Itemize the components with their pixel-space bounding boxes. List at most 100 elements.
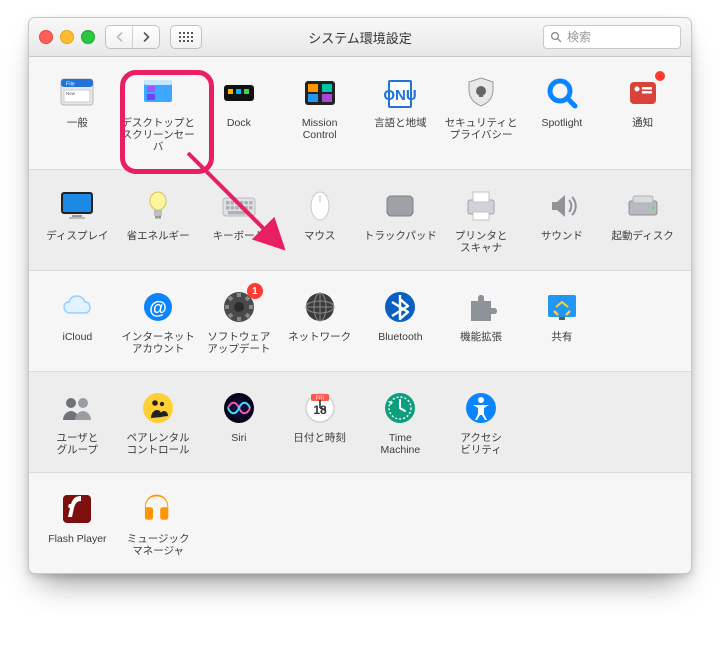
zoom-icon[interactable] — [81, 30, 95, 44]
siri-icon — [219, 388, 259, 428]
desktop-icon — [138, 73, 178, 113]
pref-dock[interactable]: Dock — [199, 71, 280, 155]
datetime-icon: FRI18 — [300, 388, 340, 428]
preference-rows: FileNew一般デスクトップと スクリーンセーバDockMission Con… — [29, 57, 691, 573]
search-icon — [550, 31, 562, 43]
pref-label: インターネット アカウント — [121, 331, 195, 355]
trackpad-icon — [380, 186, 420, 226]
extensions-icon — [461, 287, 501, 327]
svg-text:New: New — [66, 91, 76, 96]
printers-icon — [461, 186, 501, 226]
minimize-icon[interactable] — [60, 30, 74, 44]
pref-spotlight[interactable]: Spotlight — [522, 71, 603, 155]
pref-label: キーボード — [213, 230, 266, 254]
pref-label: サウンド — [541, 230, 583, 254]
pref-mission[interactable]: Mission Control — [279, 71, 360, 155]
close-icon[interactable] — [39, 30, 53, 44]
pref-row: Flash Playerミュージック マネージャ — [29, 473, 691, 573]
pref-bluetooth[interactable]: Bluetooth — [360, 285, 441, 357]
energy-icon — [138, 186, 178, 226]
system-preferences-window: システム環境設定 FileNew一般デスクトップと スクリーンセーバDockMi… — [28, 17, 692, 574]
show-all-button[interactable] — [170, 25, 202, 49]
pref-label: ソフトウェア アップデート — [207, 331, 270, 355]
chevron-left-icon — [115, 32, 124, 42]
keyboard-icon — [219, 186, 259, 226]
pref-flash[interactable]: Flash Player — [37, 487, 118, 559]
pref-label: Time Machine — [381, 432, 421, 456]
pref-timemachine[interactable]: Time Machine — [360, 386, 441, 458]
spotlight-icon — [542, 73, 582, 113]
pref-keyboard[interactable]: キーボード — [199, 184, 280, 256]
pref-label: Dock — [227, 117, 251, 141]
pref-parental[interactable]: ペアレンタル コントロール — [118, 386, 199, 458]
search-input[interactable] — [567, 30, 674, 44]
startup-icon — [623, 186, 663, 226]
notifications-icon — [623, 73, 663, 113]
pref-label: 機能拡張 — [460, 331, 502, 355]
pref-users[interactable]: ユーザと グループ — [37, 386, 118, 458]
svg-text:@: @ — [149, 298, 167, 318]
pref-row: ディスプレイ省エネルギーキーボードマウストラックパッドプリンタと スキャナ サウン… — [29, 170, 691, 271]
pref-internet[interactable]: @ インターネット アカウント — [118, 285, 199, 357]
chevron-right-icon — [142, 32, 151, 42]
pref-sharing[interactable]: 共有 — [522, 285, 603, 357]
bluetooth-icon — [380, 287, 420, 327]
nav-segmented — [105, 25, 160, 49]
pref-sound[interactable]: サウンド — [522, 184, 603, 256]
back-button[interactable] — [106, 26, 132, 48]
notification-badge — [653, 69, 667, 83]
pref-extensions[interactable]: 機能拡張 — [441, 285, 522, 357]
window-controls — [39, 30, 95, 44]
pref-datetime[interactable]: FRI18 日付と時刻 — [279, 386, 360, 458]
pref-label: 起動ディスク — [611, 230, 673, 254]
pref-label: デスクトップと スクリーンセーバ — [119, 117, 198, 153]
pref-label: 日付と時刻 — [293, 432, 346, 456]
pref-general[interactable]: FileNew一般 — [37, 71, 118, 155]
pref-printers[interactable]: プリンタと スキャナ — [441, 184, 522, 256]
pref-siri[interactable]: Siri — [199, 386, 280, 458]
pref-label: 言語と地域 — [374, 117, 427, 141]
pref-label: Bluetooth — [378, 331, 422, 355]
pref-notifications[interactable]: 通知 — [602, 71, 683, 155]
pref-security[interactable]: セキュリティと プライバシー — [441, 71, 522, 155]
pref-label: ネットワーク — [288, 331, 351, 355]
pref-trackpad[interactable]: トラックパッド — [360, 184, 441, 256]
pref-desktop[interactable]: デスクトップと スクリーンセーバ — [118, 71, 199, 155]
pref-energy[interactable]: 省エネルギー — [118, 184, 199, 256]
network-icon — [300, 287, 340, 327]
pref-accessibility[interactable]: アクセシ ビリティ — [441, 386, 522, 458]
pref-label: ユーザと グループ — [56, 432, 98, 456]
pref-row: iCloud @ インターネット アカウント 1 ソフトウェア アップデートネットワーク… — [29, 271, 691, 372]
software-icon: 1 — [219, 287, 259, 327]
grid-icon — [179, 32, 193, 42]
pref-displays[interactable]: ディスプレイ — [37, 184, 118, 256]
sound-icon — [542, 186, 582, 226]
pref-icloud[interactable]: iCloud — [37, 285, 118, 357]
pref-label: Siri — [231, 432, 246, 456]
forward-button[interactable] — [132, 26, 159, 48]
pref-row: ユーザと グループペアレンタル コントロール Siri FRI18 日付と時刻 Time… — [29, 372, 691, 473]
sharing-icon — [542, 287, 582, 327]
security-icon — [461, 73, 501, 113]
titlebar: システム環境設定 — [29, 18, 691, 57]
mouse-icon — [300, 186, 340, 226]
pref-label: セキュリティと プライバシー — [445, 117, 518, 141]
pref-network[interactable]: ネットワーク — [279, 285, 360, 357]
icloud-icon — [57, 287, 97, 327]
svg-text:ONU: ONU — [384, 87, 417, 104]
language-icon: ONU — [380, 73, 420, 113]
pref-label: ディスプレイ — [46, 230, 108, 254]
pref-label: 省エネルギー — [127, 230, 190, 254]
flash-icon — [57, 489, 97, 529]
pref-language[interactable]: ONU 言語と地域 — [360, 71, 441, 155]
pref-software[interactable]: 1 ソフトウェア アップデート — [199, 285, 280, 357]
pref-mouse[interactable]: マウス — [279, 184, 360, 256]
pref-label: トラックパッド — [364, 230, 437, 254]
pref-label: プリンタと スキャナ — [455, 230, 508, 254]
pref-label: iCloud — [62, 331, 92, 355]
search-field[interactable] — [543, 25, 681, 49]
pref-label: 一般 — [67, 117, 88, 141]
pref-music[interactable]: ミュージック マネージャ — [118, 487, 199, 559]
pref-startup[interactable]: 起動ディスク — [602, 184, 683, 256]
pref-label: Mission Control — [302, 117, 338, 141]
